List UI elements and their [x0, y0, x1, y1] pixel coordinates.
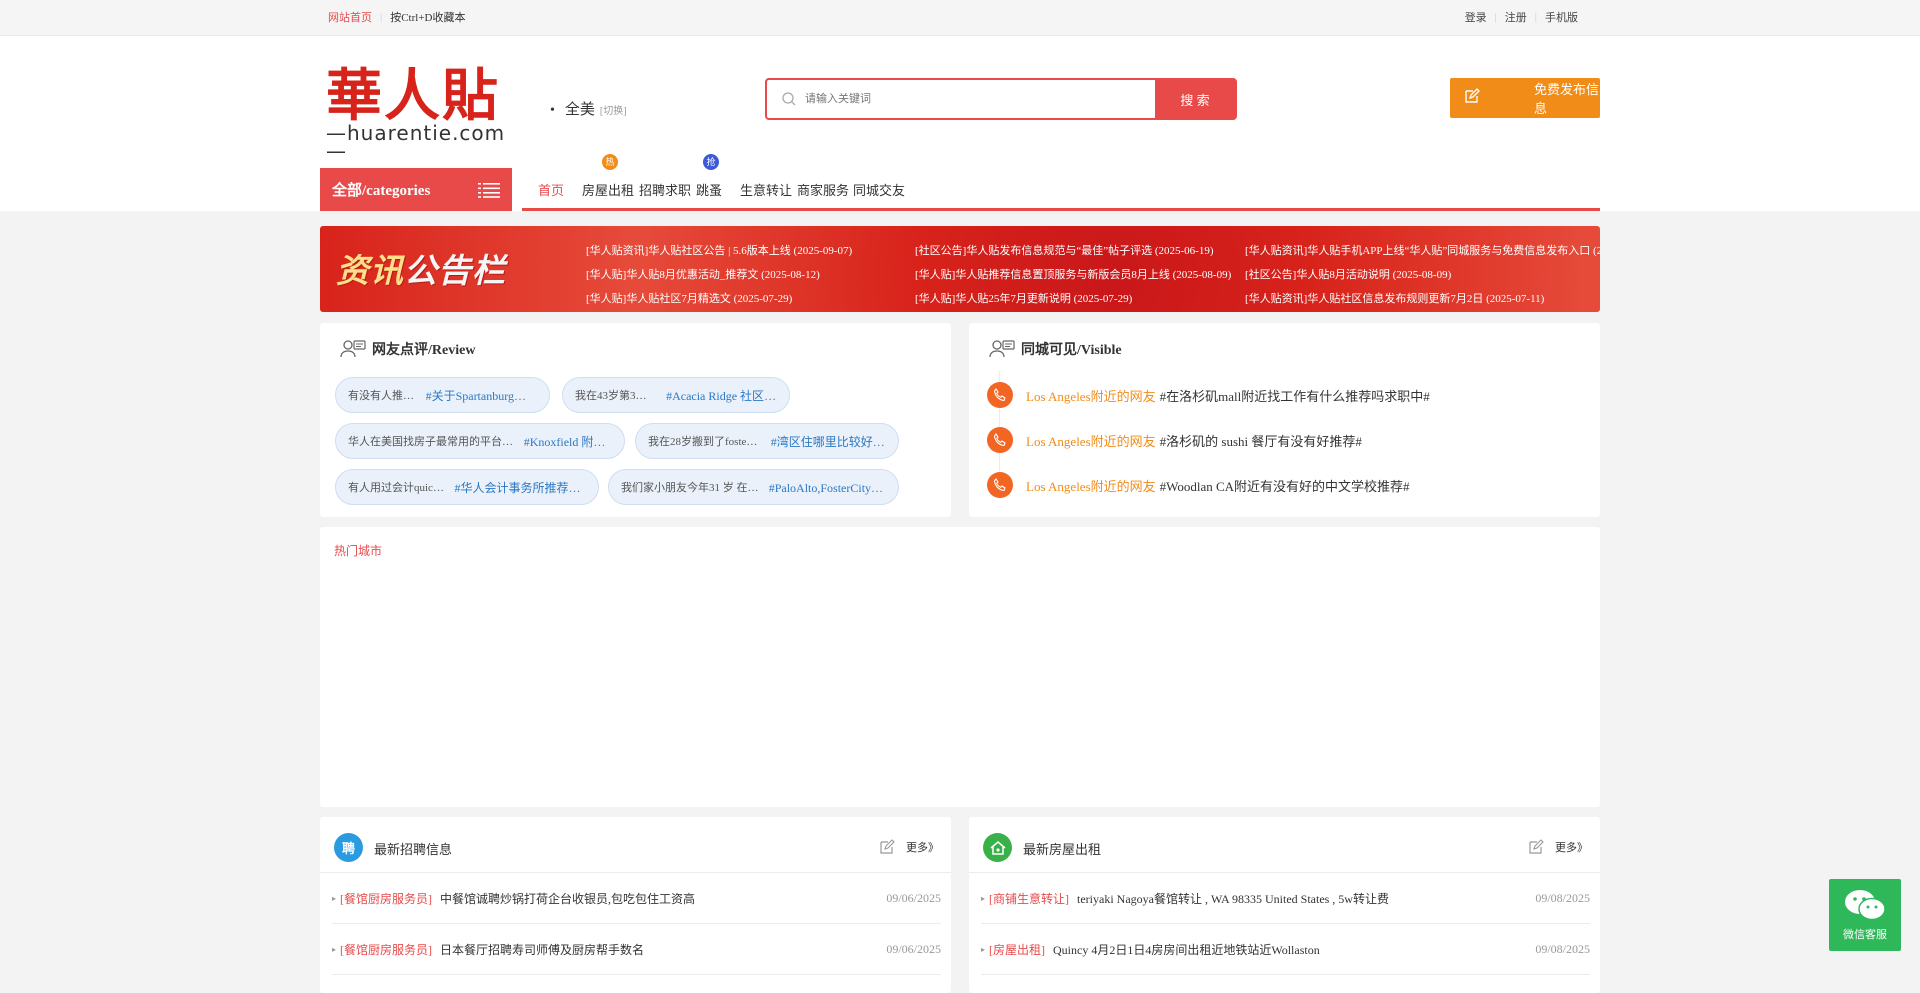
jobs-title: 最新招聘信息 — [374, 842, 453, 857]
caret-right-icon: ▸ — [981, 893, 986, 903]
post-listing-button[interactable]: 免费发布信息 — [1450, 78, 1600, 118]
bookmark-hint: 按Ctrl+D收藏本 — [390, 12, 466, 24]
caret-right-icon: ▸ — [981, 944, 986, 954]
review-pill[interactable]: 有没有人推荐一下这家#关于Spartanburg这家餐厅的评价... — [335, 377, 550, 413]
top-bar: 网站首页 | 按Ctrl+D收藏本 登录 | 注册 | 手机版 — [0, 0, 1920, 36]
housing-more-link[interactable]: 更多》 — [1555, 839, 1588, 855]
city-selector[interactable]: • 全美 [切换] — [550, 98, 627, 119]
notice-link[interactable]: [华人贴资讯]华人贴社区公告 | 5.6版本上线 (2025-09-07) — [586, 239, 852, 263]
nav-item-jobs[interactable]: 招聘求职 — [639, 180, 691, 199]
notice-link[interactable]: [华人贴资讯]华人贴社区信息发布规则更新7月2日 (2025-07-11) — [1245, 287, 1600, 311]
notice-column: [华人贴资讯]华人贴手机APP上线“华人贴”同城服务与免费信息发布入口 (202… — [1245, 239, 1600, 311]
nav-item-services[interactable]: 商家服务 — [797, 180, 849, 199]
notice-link[interactable]: [华人贴]华人贴25年7月更新说明 (2025-07-29) — [915, 287, 1231, 311]
search-button[interactable]: 搜 索 — [1155, 80, 1235, 118]
city-switch[interactable]: [切换] — [600, 102, 627, 117]
notice-link[interactable]: [华人贴]华人贴推荐信息置顶服务与新版会员8月上线 (2025-08-09) — [915, 263, 1231, 287]
nav-item-business-transfer[interactable]: 生意转让 — [740, 180, 792, 199]
review-title: 网友点评/Review — [340, 339, 475, 359]
notice-board-title: 资讯公告栏 — [336, 251, 506, 290]
hot-cities-title: 热门城市 — [334, 544, 383, 558]
search-icon — [767, 80, 797, 118]
notice-link[interactable]: [华人贴资讯]华人贴手机APP上线“华人贴”同城服务与免费信息发布入口 (202… — [1245, 239, 1600, 263]
list-item[interactable]: ▸ [餐馆厨房服务员] 中餐馆诚聘炒锅打荷企台收银员,包吃包住工资高 09/06… — [332, 873, 941, 924]
list-item[interactable]: ▸ [餐馆厨房服务员] 日本餐厅招聘寿司师傅及厨房帮手数名 09/06/2025 — [332, 924, 941, 975]
phone-icon — [987, 427, 1013, 453]
categories-button[interactable]: 全部/categories — [320, 168, 512, 211]
notice-link[interactable]: [华人贴]华人贴社区7月精选文 (2025-07-29) — [586, 287, 852, 311]
wechat-icon — [1845, 890, 1886, 921]
review-card: 网友点评/Review 有没有人推荐一下这家#关于Spartanburg这家餐厅… — [320, 323, 951, 517]
register-link[interactable]: 注册 — [1505, 9, 1527, 25]
main-nav: 首页 热房屋出租 招聘求职 抢跳蚤 生意转让 商家服务 同城交友 — [522, 154, 1600, 211]
nav-item-flea-market[interactable]: 抢跳蚤 — [696, 154, 722, 199]
hot-badge: 热 — [602, 154, 618, 170]
login-link[interactable]: 登录 — [1465, 9, 1487, 25]
visible-item[interactable]: Los Angeles附近的网友 #洛杉矶的 sushi 餐厅有没有好推荐# — [987, 427, 1362, 453]
grab-badge: 抢 — [703, 154, 719, 170]
nav-item-dating[interactable]: 同城交友 — [853, 180, 905, 199]
jobs-icon: 聘 — [334, 833, 363, 862]
search-input[interactable] — [797, 80, 1155, 118]
review-pill[interactable]: 我们家小朋友今年31 岁 在5年级上学了#PaloAlto,FosterCity… — [608, 469, 899, 505]
review-pill[interactable]: 有人用过会计quickbooks s...#华人会计事务所推荐一下谢谢50# — [335, 469, 599, 505]
chat-users-icon — [340, 340, 366, 358]
visible-item[interactable]: Los Angeles附近的网友 #在洛杉矶mall附近找工作有什么推荐吗求职中# — [987, 382, 1430, 408]
search-bar: 搜 索 — [765, 78, 1237, 120]
nav-item-rentals[interactable]: 热房屋出租 — [582, 154, 634, 199]
wechat-support-button[interactable]: 微信客服 — [1829, 879, 1901, 951]
review-pill[interactable]: 我在43岁第3次买房了#Acacia Ridge 社区好不好... — [562, 377, 790, 413]
review-pill[interactable]: 华人在美国找房子最常用的平台有哪些，求推荐一下谢谢大家...#Knoxfield… — [335, 423, 625, 459]
phone-icon — [987, 382, 1013, 408]
caret-right-icon: ▸ — [332, 893, 337, 903]
edit-icon[interactable] — [1528, 839, 1544, 859]
chat-users-icon — [989, 340, 1015, 358]
list-item[interactable]: ▸ [商铺生意转让] teriyaki Nagoya餐馆转让 , WA 9833… — [981, 873, 1590, 924]
edit-icon — [1464, 88, 1480, 108]
list-menu-icon — [478, 182, 500, 203]
jobs-more-link[interactable]: 更多》 — [906, 839, 939, 855]
jobs-card: 聘 最新招聘信息 更多》 ▸ [餐馆厨房服务员] 中餐馆诚聘炒锅打荷企台收银员,… — [320, 817, 951, 993]
list-item[interactable]: ▸ [房屋出租] Quincy 4月2日1日4房房间出租近地铁站近Wollast… — [981, 924, 1590, 975]
notice-link[interactable]: [社区公告]华人贴8月活动说明 (2025-08-09) — [1245, 263, 1600, 287]
site-logo[interactable]: 華人貼 —huarentie.com— — [326, 68, 526, 161]
visible-item[interactable]: Los Angeles附近的网友 #Woodlan CA附近有没有好的中文学校推荐… — [987, 472, 1410, 498]
visible-title: 同城可见/Visible — [989, 339, 1122, 359]
city-name: 全美 — [564, 102, 595, 118]
separator: | — [380, 11, 383, 23]
notice-column: [华人贴资讯]华人贴社区公告 | 5.6版本上线 (2025-09-07) [华… — [586, 239, 852, 311]
caret-right-icon: ▸ — [332, 944, 337, 954]
hot-cities-card: 热门城市 — [320, 527, 1600, 807]
nav-item-home[interactable]: 首页 — [538, 180, 564, 199]
review-pill[interactable]: 我在28岁搬到了foster City附近工作...#湾区住哪里比较好适合上班族… — [635, 423, 899, 459]
header: 華人貼 —huarentie.com— • 全美 [切换] 搜 索 免费发布信息… — [0, 36, 1920, 211]
notice-board: 资讯公告栏 [华人贴资讯]华人贴社区公告 | 5.6版本上线 (2025-09-… — [320, 226, 1600, 312]
notice-column: [社区公告]华人贴发布信息规范与“最佳”帖子评选 (2025-06-19) [华… — [915, 239, 1231, 311]
edit-icon[interactable] — [879, 839, 895, 859]
mobile-link[interactable]: 手机版 — [1545, 9, 1578, 25]
home-link[interactable]: 网站首页 — [328, 9, 372, 25]
visible-card: 同城可见/Visible Los Angeles附近的网友 #在洛杉矶mall附近… — [969, 323, 1600, 517]
housing-title: 最新房屋出租 — [1023, 842, 1102, 857]
notice-link[interactable]: [社区公告]华人贴发布信息规范与“最佳”帖子评选 (2025-06-19) — [915, 239, 1231, 263]
house-icon — [983, 833, 1012, 862]
notice-link[interactable]: [华人贴]华人贴8月优惠活动_推荐文 (2025-08-12) — [586, 263, 852, 287]
housing-card: 最新房屋出租 更多》 ▸ [商铺生意转让] teriyaki Nagoya餐馆转… — [969, 817, 1600, 993]
phone-icon — [987, 472, 1013, 498]
